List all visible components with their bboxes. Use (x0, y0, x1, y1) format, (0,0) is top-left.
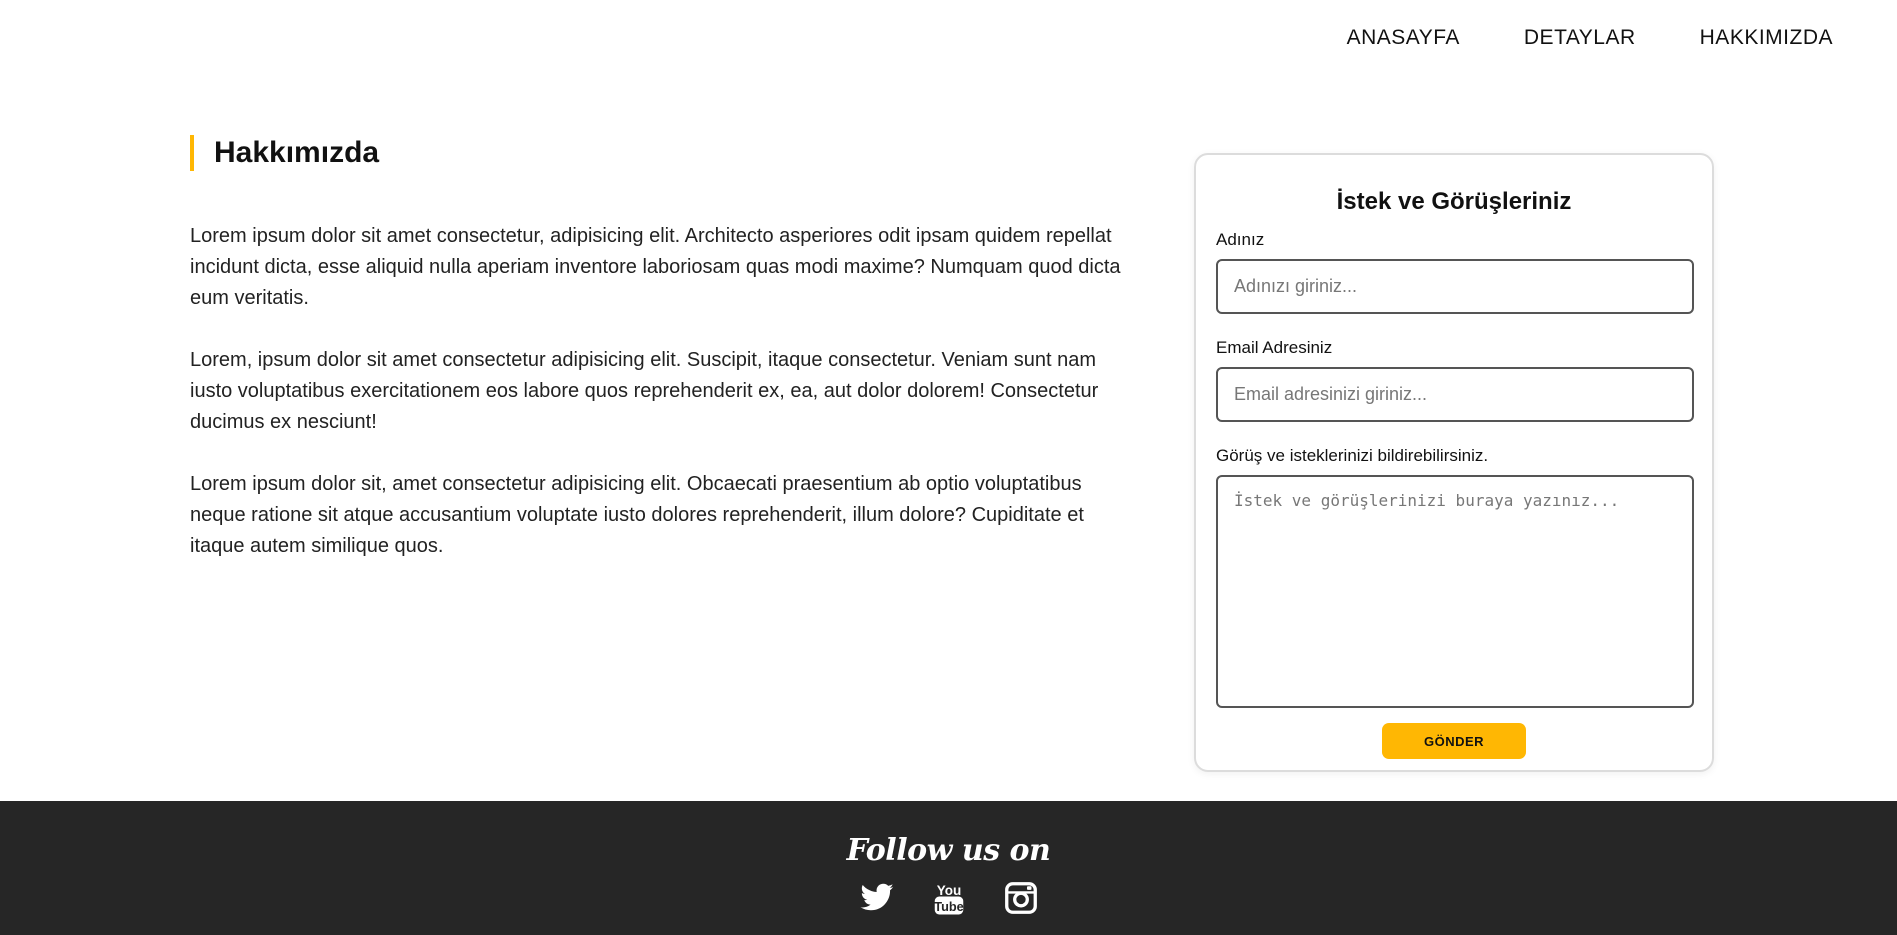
name-label: Adınız (1216, 230, 1265, 249)
nav-item-detaylar[interactable]: DETAYLAR (1524, 26, 1636, 50)
about-paragraph-1: Lorem ipsum dolor sit amet consectetur, … (190, 225, 1121, 309)
footer: Follow us on You Tube (0, 801, 1897, 935)
message-textarea[interactable] (1216, 475, 1694, 708)
name-input[interactable] (1216, 259, 1694, 314)
about-paragraph-3: Lorem ipsum dolor sit, amet consectetur … (190, 473, 1084, 557)
twitter-icon (860, 883, 893, 911)
svg-text:Tube: Tube (934, 899, 964, 914)
instagram-link[interactable] (1003, 880, 1039, 916)
instagram-icon (1004, 882, 1037, 914)
form-title: İstek ve Görüşleriniz (1336, 188, 1572, 215)
youtube-icon: You Tube (934, 883, 964, 915)
about-section: Hakkımızda Lorem ipsum dolor sit amet co… (190, 135, 1140, 593)
about-title: Hakkımızda (190, 135, 1140, 171)
top-nav: ANASAYFA DETAYLAR HAKKIMIZDA (1283, 26, 1833, 50)
email-input[interactable] (1216, 367, 1694, 422)
youtube-link[interactable]: You Tube (931, 880, 967, 916)
follow-title: Follow us on (846, 833, 1051, 868)
social-links: You Tube (0, 880, 1897, 916)
svg-text:You: You (936, 883, 961, 898)
about-paragraph-2: Lorem, ipsum dolor sit amet consectetur … (190, 349, 1099, 433)
message-label: Görüş ve isteklerinizi bildirebilirsiniz… (1216, 446, 1489, 465)
nav-item-anasayfa[interactable]: ANASAYFA (1347, 26, 1460, 50)
feedback-form: İstek ve Görüşleriniz Adınız Email Adres… (1194, 153, 1714, 772)
email-label: Email Adresiniz (1216, 338, 1333, 357)
submit-wrap: GÖNDER (1216, 723, 1692, 759)
about-text: Lorem ipsum dolor sit amet consectetur, … (190, 221, 1140, 562)
nav-item-hakkimizda[interactable]: HAKKIMIZDA (1700, 26, 1833, 50)
twitter-link[interactable] (859, 880, 895, 916)
submit-button[interactable]: GÖNDER (1382, 723, 1526, 759)
